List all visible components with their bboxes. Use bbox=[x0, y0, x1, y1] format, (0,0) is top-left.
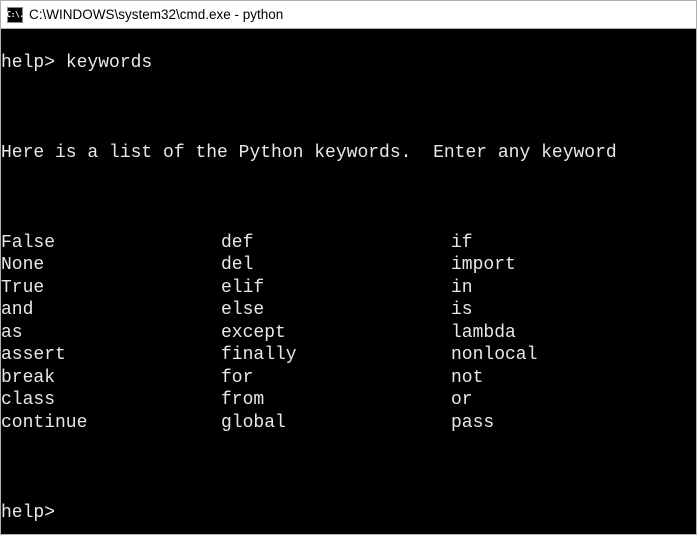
keyword-cell: assert bbox=[1, 344, 221, 367]
keyword-cell: elif bbox=[221, 277, 451, 300]
help-exit-prompt: help> bbox=[1, 502, 696, 525]
table-row: assertfinallynonlocal bbox=[1, 344, 537, 367]
keyword-cell: else bbox=[221, 299, 451, 322]
help-command: keywords bbox=[66, 53, 152, 73]
table-row: Falsedefif bbox=[1, 232, 537, 255]
keyword-cell: break bbox=[1, 367, 221, 390]
help-prompt-line: help> keywords bbox=[1, 52, 696, 75]
cmd-icon: C:\. bbox=[7, 7, 23, 23]
keyword-cell: or bbox=[451, 389, 537, 412]
keyword-cell: False bbox=[1, 232, 221, 255]
keyword-cell: nonlocal bbox=[451, 344, 537, 367]
keyword-cell: from bbox=[221, 389, 451, 412]
keyword-cell: def bbox=[221, 232, 451, 255]
blank-line bbox=[1, 187, 696, 210]
keyword-cell: for bbox=[221, 367, 451, 390]
keyword-cell: if bbox=[451, 232, 537, 255]
keyword-cell: None bbox=[1, 254, 221, 277]
window-title: C:\WINDOWS\system32\cmd.exe - python bbox=[29, 7, 283, 22]
terminal-output[interactable]: help> keywords Here is a list of the Pyt… bbox=[1, 29, 696, 534]
table-row: andelseis bbox=[1, 299, 537, 322]
keyword-cell: lambda bbox=[451, 322, 537, 345]
table-row: continueglobalpass bbox=[1, 412, 537, 435]
keywords-table: Falsedefif Nonedelimport Trueelifin ande… bbox=[1, 232, 537, 435]
keyword-cell: continue bbox=[1, 412, 221, 435]
keyword-cell: import bbox=[451, 254, 537, 277]
keyword-cell: not bbox=[451, 367, 537, 390]
table-row: Nonedelimport bbox=[1, 254, 537, 277]
help-prompt: help> bbox=[1, 53, 66, 73]
keyword-cell: as bbox=[1, 322, 221, 345]
keyword-cell: except bbox=[221, 322, 451, 345]
keywords-intro: Here is a list of the Python keywords. E… bbox=[1, 142, 696, 165]
table-row: Trueelifin bbox=[1, 277, 537, 300]
blank-line bbox=[1, 457, 696, 480]
table-row: breakfornot bbox=[1, 367, 537, 390]
keyword-cell: True bbox=[1, 277, 221, 300]
keyword-cell: class bbox=[1, 389, 221, 412]
keyword-cell: in bbox=[451, 277, 537, 300]
window-title-bar: C:\. C:\WINDOWS\system32\cmd.exe - pytho… bbox=[1, 1, 696, 29]
keyword-cell: global bbox=[221, 412, 451, 435]
keyword-cell: finally bbox=[221, 344, 451, 367]
keyword-cell: del bbox=[221, 254, 451, 277]
keyword-cell: is bbox=[451, 299, 537, 322]
table-row: classfromor bbox=[1, 389, 537, 412]
table-row: asexceptlambda bbox=[1, 322, 537, 345]
keyword-cell: and bbox=[1, 299, 221, 322]
blank-line bbox=[1, 97, 696, 120]
keyword-cell: pass bbox=[451, 412, 537, 435]
